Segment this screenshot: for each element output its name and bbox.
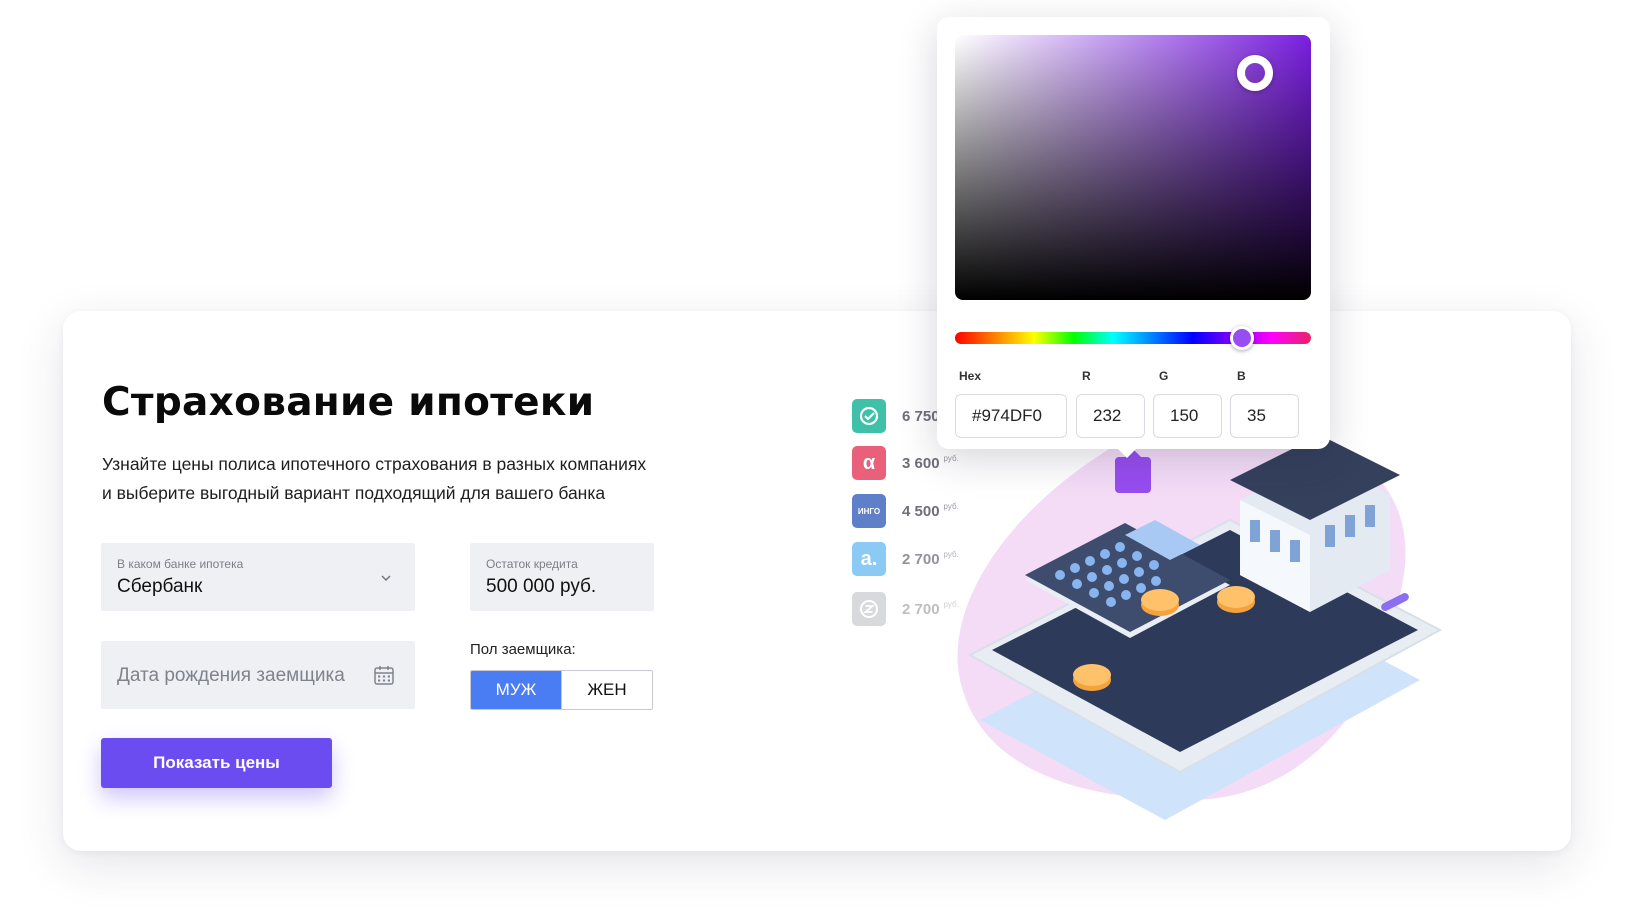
hex-value: #974DF0 <box>972 406 1042 425</box>
gender-male-button[interactable]: МУЖ <box>471 671 561 709</box>
insurer-price: 2 700 <box>902 550 940 568</box>
bank-select-value: Сбербанк <box>117 576 203 597</box>
subtitle-line-2: и выберите выгодный вариант подходящий д… <box>102 483 606 503</box>
r-input[interactable]: 232 <box>1076 394 1145 438</box>
remaining-credit-value: 500 000 руб. <box>486 576 597 597</box>
saturation-handle[interactable] <box>1237 55 1273 91</box>
g-value: 150 <box>1170 406 1199 425</box>
b-input[interactable]: 35 <box>1230 394 1299 438</box>
chevron-down-icon <box>381 575 391 581</box>
gender-label: Пол заемщика: <box>470 641 576 658</box>
insurer-logo-icon <box>852 592 886 626</box>
show-prices-button[interactable]: Показать цены <box>101 738 332 788</box>
hex-input[interactable]: #974DF0 <box>955 394 1067 438</box>
insurer-price: 3 600 <box>902 454 940 472</box>
picker-pointer <box>1117 448 1137 458</box>
bank-select-label: В каком банке ипотека <box>117 557 244 571</box>
bank-select[interactable]: В каком банке ипотека Сбербанк <box>101 543 415 611</box>
hue-slider[interactable] <box>955 332 1311 344</box>
insurer-price: 4 500 <box>902 502 940 520</box>
insurer-logo-icon <box>852 399 886 433</box>
r-value: 232 <box>1093 406 1122 425</box>
subtitle-line-1: Узнайте цены полиса ипотечного страхован… <box>102 454 647 474</box>
b-value: 35 <box>1247 406 1266 425</box>
b-label: B <box>1237 369 1246 383</box>
g-input[interactable]: 150 <box>1153 394 1222 438</box>
gender-female-button[interactable]: ЖЕН <box>561 671 652 709</box>
r-label: R <box>1082 369 1091 383</box>
insurer-price: 6 750 <box>902 407 940 425</box>
birth-date-field[interactable]: Дата рождения заемщика <box>101 641 415 709</box>
birth-date-placeholder: Дата рождения заемщика <box>117 665 345 686</box>
check-circle-icon <box>859 406 879 426</box>
insurer-logo-icon: a. <box>852 542 886 576</box>
hex-label: Hex <box>959 369 982 383</box>
calendar-icon[interactable] <box>373 664 395 686</box>
page-title: Страхование ипотеки <box>102 380 595 425</box>
insurer-logo-icon: ИНГО <box>852 494 886 528</box>
color-picker: Hex R G B #974DF0 232 150 35 <box>937 17 1330 458</box>
g-label: G <box>1159 369 1169 383</box>
hue-handle[interactable] <box>1230 326 1254 350</box>
selected-color-swatch[interactable] <box>1115 457 1151 493</box>
remaining-credit-field[interactable]: Остаток кредита 500 000 руб. <box>470 543 654 611</box>
insurer-price: 2 700 <box>902 600 940 618</box>
insurer-logo-icon: α <box>852 446 886 480</box>
zetta-logo-icon <box>860 600 878 618</box>
page-subtitle: Узнайте цены полиса ипотечного страхован… <box>102 450 722 508</box>
gender-toggle: МУЖ ЖЕН <box>470 670 653 710</box>
remaining-credit-label: Остаток кредита <box>486 557 578 571</box>
